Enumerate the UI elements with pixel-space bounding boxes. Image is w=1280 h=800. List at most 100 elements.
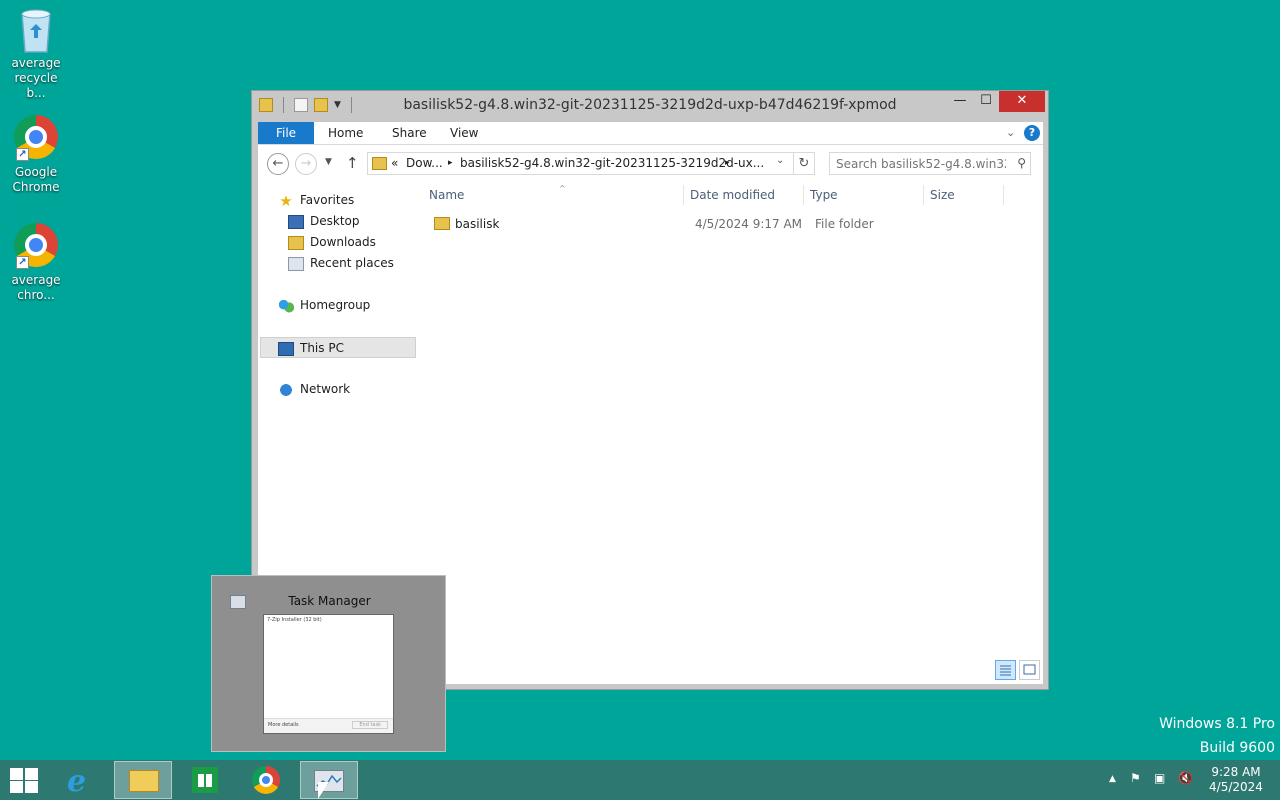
thumbnail-preview[interactable]: 7-Zip Installer (32 bit) More details En… <box>263 614 394 734</box>
column-header-date-modified[interactable]: Date modified <box>690 185 803 205</box>
recent-locations-icon[interactable]: ▼ <box>325 157 332 167</box>
network-icon <box>278 382 294 397</box>
address-bar[interactable]: « Dow... ▸ basilisk52-g4.8.win32-git-202… <box>367 152 794 175</box>
windows-build-watermark: Build 9600 <box>1199 740 1275 756</box>
taskbar: e ▲ ⚑ ▣ 🔇 9:28 AM 4/5/2024 <box>0 760 1280 800</box>
breadcrumb-downloads[interactable]: Dow... <box>406 156 443 170</box>
taskbar-chrome[interactable] <box>238 761 296 799</box>
column-header-size[interactable]: Size <box>930 185 1003 205</box>
back-button[interactable]: ← <box>267 153 289 175</box>
internet-explorer-icon: e <box>67 764 87 799</box>
address-dropdown-icon[interactable]: ⌄ <box>776 155 784 166</box>
customize-toolbar-icon[interactable]: ▼ <box>334 100 341 110</box>
recent-places-icon <box>288 256 304 271</box>
nav-this-pc[interactable]: This PC <box>260 337 416 358</box>
shortcut-arrow-icon: ↗ <box>16 148 29 161</box>
large-icons-view-icon <box>1023 664 1036 675</box>
maximize-button[interactable]: ☐ <box>973 91 999 112</box>
tab-file[interactable]: File <box>258 122 314 144</box>
windows-edition-watermark: Windows 8.1 Pro <box>1159 716 1275 732</box>
title-bar[interactable]: ▼ basilisk52-g4.8.win32-git-20231125-321… <box>252 91 1048 121</box>
file-row[interactable]: basilisk 4/5/2024 9:17 AM File folder <box>434 214 1034 234</box>
breadcrumb-current-folder[interactable]: basilisk52-g4.8.win32-git-20231125-3219d… <box>460 156 764 170</box>
folder-icon <box>259 98 273 112</box>
computer-icon <box>278 341 294 356</box>
nav-favorites[interactable]: ★ Favorites <box>278 190 354 211</box>
file-name: basilisk <box>455 217 500 231</box>
search-box[interactable]: ⚲ <box>829 152 1031 175</box>
file-date: 4/5/2024 9:17 AM <box>695 217 803 231</box>
taskbar-thumbnail-popup[interactable]: Task Manager 7-Zip Installer (32 bit) Mo… <box>211 575 446 752</box>
action-center-flag-icon[interactable]: ⚑ <box>1130 771 1141 785</box>
search-input[interactable] <box>830 153 1006 174</box>
column-header-name[interactable]: Name ^ <box>429 184 684 205</box>
tab-share[interactable]: Share <box>382 122 437 144</box>
star-icon: ★ <box>279 191 293 210</box>
desktop-icon-label: Google Chrome <box>12 165 60 194</box>
volume-muted-icon[interactable]: 🔇 <box>1178 771 1193 785</box>
thumbnail-title: Task Manager <box>288 594 371 608</box>
shortcut-arrow-icon: ↗ <box>16 256 29 269</box>
taskbar-internet-explorer[interactable]: e <box>52 761 110 799</box>
thumbnail-process-line: 7-Zip Installer (32 bit) <box>267 617 322 623</box>
close-button[interactable]: ✕ <box>999 91 1045 112</box>
mouse-cursor-icon <box>318 782 329 799</box>
new-folder-icon[interactable] <box>314 98 328 112</box>
nav-recent-places[interactable]: Recent places <box>288 253 394 274</box>
clock-date: 4/5/2024 <box>1209 780 1263 794</box>
chrome-icon: ↗ <box>14 223 58 271</box>
nav-network[interactable]: Network <box>278 379 350 400</box>
nav-desktop[interactable]: Desktop <box>288 211 360 232</box>
downloads-icon <box>288 235 304 250</box>
sort-ascending-icon: ^ <box>559 184 566 193</box>
nav-homegroup[interactable]: Homegroup <box>278 295 370 316</box>
breadcrumb-overflow[interactable]: « <box>391 156 398 170</box>
breadcrumb-separator[interactable]: ▸ <box>725 158 730 168</box>
taskbar-file-explorer[interactable] <box>114 761 172 799</box>
desktop-icon <box>288 214 304 229</box>
column-header-type[interactable]: Type <box>810 185 923 205</box>
show-hidden-icons-icon[interactable]: ▲ <box>1109 774 1116 784</box>
taskbar-task-manager[interactable] <box>300 761 358 799</box>
details-view-icon <box>1000 665 1011 676</box>
refresh-button[interactable]: ↻ <box>793 152 815 175</box>
breadcrumb-separator[interactable]: ▸ <box>448 158 453 168</box>
clock[interactable]: 9:28 AM 4/5/2024 <box>1200 765 1272 795</box>
folder-icon <box>434 217 450 230</box>
folder-icon <box>372 157 387 170</box>
tab-view[interactable]: View <box>440 122 488 144</box>
desktop-icon-google-chrome[interactable]: ↗ Google Chrome <box>4 115 68 195</box>
up-button[interactable]: ↑ <box>346 154 359 172</box>
desktop-icon-recycle-bin[interactable]: average recycle b... <box>4 6 68 101</box>
large-icons-view-button[interactable] <box>1019 660 1040 680</box>
network-status-icon[interactable]: ▣ <box>1154 771 1165 785</box>
thumbnail-footer: More details End task <box>264 718 393 733</box>
details-view-button[interactable] <box>995 660 1016 680</box>
help-icon[interactable]: ? <box>1024 125 1040 141</box>
nav-downloads[interactable]: Downloads <box>288 232 376 253</box>
desktop-icon-label: average recycle b... <box>11 56 61 100</box>
desktop-icon-label: average chro... <box>11 273 61 302</box>
store-icon <box>192 767 218 793</box>
expand-ribbon-icon[interactable]: ⌄ <box>1006 126 1015 139</box>
quick-access-toolbar: ▼ <box>259 97 356 113</box>
file-type: File folder <box>815 217 874 231</box>
desktop-icon-average-chrome[interactable]: ↗ average chro... <box>4 223 68 303</box>
taskbar-store[interactable] <box>176 761 234 799</box>
navigation-bar: ← → ▼ ↑ « Dow... ▸ basilisk52-g4.8.win32… <box>258 145 1043 183</box>
ribbon-tabs: File Home Share View ⌄ ? <box>258 122 1043 145</box>
chrome-icon <box>252 766 280 794</box>
properties-icon[interactable] <box>294 98 308 112</box>
clock-time: 9:28 AM <box>1211 765 1261 779</box>
more-details-label: More details <box>268 722 299 728</box>
chrome-icon: ↗ <box>14 115 58 163</box>
forward-button[interactable]: → <box>295 153 317 175</box>
tab-home[interactable]: Home <box>318 122 373 144</box>
end-task-label: End task <box>352 721 388 729</box>
recycle-bin-icon <box>14 6 58 54</box>
search-icon[interactable]: ⚲ <box>1017 156 1026 170</box>
window-title: basilisk52-g4.8.win32-git-20231125-3219d… <box>403 97 897 113</box>
start-button[interactable] <box>8 767 38 793</box>
minimize-button[interactable]: — <box>947 91 973 112</box>
homegroup-icon <box>278 298 294 313</box>
